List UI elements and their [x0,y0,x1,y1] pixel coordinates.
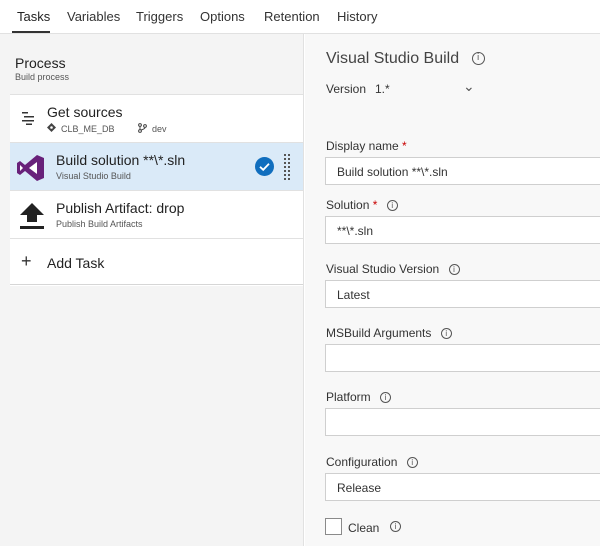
platform-label: Platform i [326,390,392,404]
add-task-button[interactable]: + Add Task [10,241,303,286]
process-header[interactable]: Process Build process [0,34,303,94]
info-icon[interactable]: i [390,521,401,532]
tab-retention[interactable]: Retention [264,9,320,24]
info-icon[interactable]: i [406,457,418,469]
branch-icon [138,123,147,133]
add-task-label: Add Task [47,255,105,271]
task-publish-artifact[interactable]: Publish Artifact: drop Publish Build Art… [10,191,303,239]
task-build-solution[interactable]: Build solution **\*.sln Visual Studio Bu… [10,143,303,191]
info-icon[interactable]: i [386,200,398,212]
configuration-label-text: Configuration [326,455,398,469]
task-list-panel: Process Build process Get sources CLB_ME… [0,34,304,546]
plus-icon: + [21,251,32,271]
display-name-label-text: Display name [326,139,399,153]
solution-label: Solution * i [326,198,398,212]
vs-version-label: Visual Studio Version i [326,262,460,276]
tab-history[interactable]: History [337,9,377,24]
version-value: 1.* [375,82,390,96]
clean-label: Clean [348,521,380,535]
version-label: Version [326,82,367,96]
task-repo: CLB_ME_DB [61,124,115,134]
configuration-label: Configuration i [326,455,418,469]
solution-label-text: Solution [326,198,370,212]
task-subtitle: Publish Build Artifacts [56,219,143,229]
info-icon[interactable]: i [440,328,452,340]
info-icon[interactable]: i [448,264,460,276]
display-name-label: Display name * [326,139,407,153]
details-title-text: Visual Studio Build [326,50,460,67]
task-get-sources[interactable]: Get sources CLB_ME_DB dev [10,95,303,143]
configuration-field[interactable]: Release [325,473,600,501]
task-title: Get sources [47,104,123,120]
task-title: Publish Artifact: drop [56,200,185,216]
tab-triggers[interactable]: Triggers [136,9,183,24]
platform-label-text: Platform [326,390,371,404]
get-sources-icon [22,112,34,125]
task-list: Get sources CLB_ME_DB dev Build solution… [10,94,303,286]
solution-field[interactable]: **\*.sln [325,216,600,244]
platform-field[interactable] [325,408,600,436]
visual-studio-icon [17,155,44,181]
process-title: Process [15,55,66,71]
info-icon[interactable]: i [380,392,392,404]
active-tab-indicator [12,31,50,33]
vs-version-label-text: Visual Studio Version [326,262,440,276]
required-marker: * [372,198,378,212]
tab-tasks[interactable]: Tasks [17,9,50,24]
vs-version-select[interactable]: Latest [325,280,600,308]
info-icon[interactable]: i [471,52,485,66]
repository-icon [47,123,56,132]
upload-icon [20,203,44,229]
msbuild-args-label-text: MSBuild Arguments [326,326,432,340]
drag-handle-icon[interactable] [283,153,291,181]
task-subtitle: Visual Studio Build [56,171,131,181]
tab-variables[interactable]: Variables [67,9,120,24]
details-title: Visual Studio Build i [326,50,485,68]
process-subtitle: Build process [15,72,70,82]
msbuild-args-field[interactable] [325,344,600,372]
task-title: Build solution **\*.sln [56,152,186,168]
check-circle-icon [255,157,274,176]
msbuild-args-label: MSBuild Arguments i [326,326,452,340]
task-details-panel: Visual Studio Build i Version 1.* ⌄ Disp… [305,34,600,546]
display-name-field[interactable]: Build solution **\*.sln [325,157,600,185]
chevron-down-icon[interactable]: ⌄ [463,78,475,95]
task-branch: dev [152,124,167,134]
required-marker: * [402,139,407,153]
clean-checkbox[interactable] [325,518,342,535]
tab-bar: Tasks Variables Triggers Options Retenti… [0,0,600,34]
divider [10,284,303,285]
tab-options[interactable]: Options [200,9,245,24]
